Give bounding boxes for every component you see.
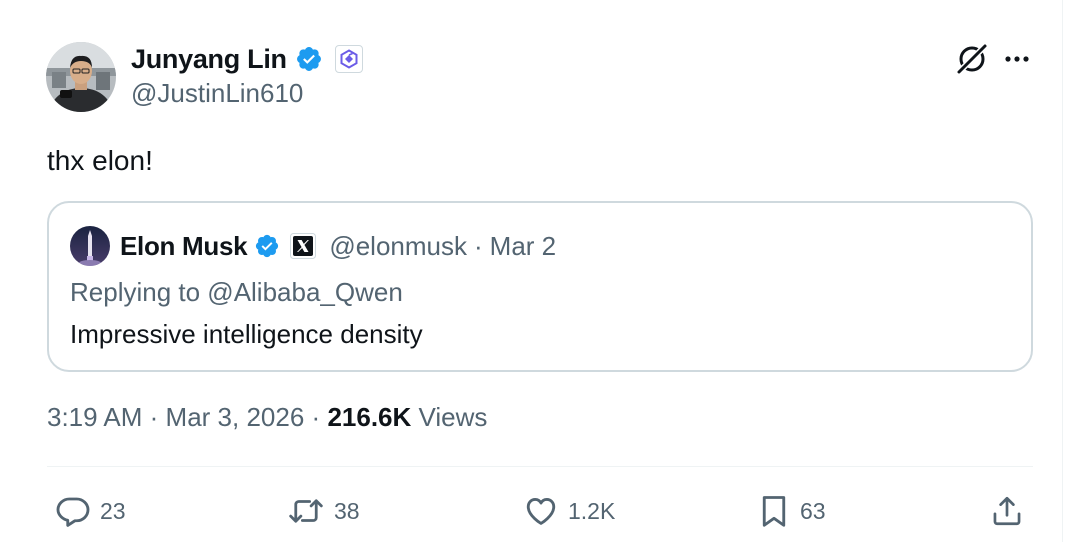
quote-tweet-card[interactable]: Elon Musk @elonmusk · Mar 2 Replying to … [47, 201, 1033, 372]
like-button[interactable]: 1.2K [523, 493, 615, 529]
divider [47, 466, 1033, 467]
author-name[interactable]: Junyang Lin [131, 44, 287, 75]
more-icon[interactable] [1002, 44, 1032, 74]
author-handle[interactable]: @JustinLin610 [131, 78, 303, 109]
reply-button[interactable]: 23 [55, 493, 126, 529]
bookmark-count: 63 [800, 497, 826, 524]
heart-icon [523, 493, 559, 529]
bookmark-icon [757, 493, 791, 529]
repost-icon [287, 493, 325, 529]
tweet-date[interactable]: Mar 3, 2026 [166, 402, 305, 432]
timeline-border [1062, 0, 1063, 542]
quote-text: Impressive intelligence density [70, 319, 423, 349]
repost-count: 38 [334, 497, 360, 524]
verified-badge-icon[interactable] [254, 233, 280, 259]
quote-date[interactable]: Mar 2 [490, 231, 556, 262]
views-count: 216.6K [327, 402, 412, 432]
separator-dot: · [311, 402, 321, 432]
repost-button[interactable]: 38 [287, 493, 360, 529]
like-count: 1.2K [568, 497, 616, 524]
tweet-time[interactable]: 3:19 AM [47, 402, 142, 432]
quote-replying-to: Replying to @Alibaba_Qwen [70, 277, 403, 307]
views-label: Views [418, 402, 488, 432]
qwen-logo-icon[interactable] [334, 45, 363, 73]
share-icon [990, 493, 1024, 529]
x-logo-icon[interactable] [290, 233, 317, 259]
quote-author-avatar[interactable] [70, 226, 110, 266]
separator-dot: · [149, 402, 159, 432]
share-button[interactable] [990, 493, 1024, 529]
separator-dot: · [474, 230, 483, 261]
grok-icon[interactable] [955, 42, 989, 76]
reply-count: 23 [100, 497, 126, 524]
author-name-row: Junyang Lin [131, 42, 363, 76]
verified-badge-icon[interactable] [295, 45, 323, 73]
reply-icon [55, 493, 91, 529]
tweet-text: thx elon! [47, 145, 153, 176]
quote-header: Elon Musk @elonmusk · Mar 2 [120, 229, 556, 263]
author-avatar[interactable] [46, 42, 116, 112]
tweet-meta: 3:19 AM · Mar 3, 2026 · 216.6K Views [47, 402, 487, 433]
quote-author-handle[interactable]: @elonmusk [329, 231, 467, 262]
quote-author-name[interactable]: Elon Musk [120, 231, 248, 262]
bookmark-button[interactable]: 63 [757, 493, 826, 529]
